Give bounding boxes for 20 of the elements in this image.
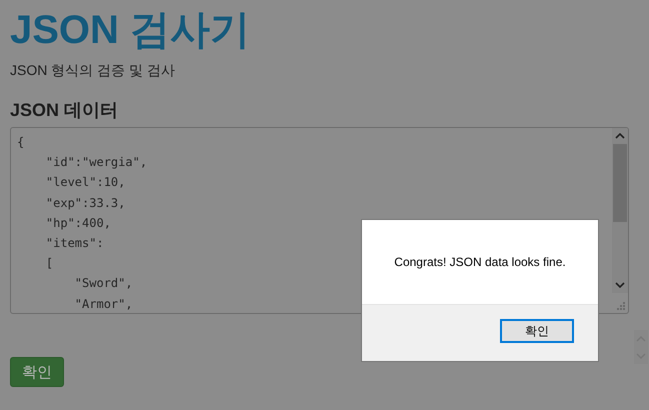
code-line: "exp":33.3, xyxy=(44,194,126,212)
confirm-button[interactable]: 확인 xyxy=(10,357,64,387)
ok-button[interactable]: 확인 xyxy=(500,319,574,343)
section-heading: JSON 데이터 xyxy=(10,99,120,122)
code-line: "Armor", xyxy=(74,296,133,313)
page-subtitle: JSON 형식의 검증 및 검사 xyxy=(10,62,176,80)
scrollbar[interactable] xyxy=(612,128,628,293)
code-line: "items": xyxy=(44,235,104,252)
code-line: "id":"wergia", xyxy=(44,154,148,172)
code-line: [ xyxy=(44,255,54,272)
page-title: JSON 검사기 xyxy=(10,7,252,54)
code-line: "hp":400, xyxy=(44,214,111,232)
code-line: "Sword", xyxy=(74,275,133,292)
code-line: { xyxy=(17,134,24,151)
resize-grip-icon[interactable] xyxy=(617,302,625,310)
dialog-message: Congrats! JSON data looks fine. xyxy=(394,255,566,269)
scroll-down-icon[interactable] xyxy=(615,282,625,288)
scroll-thumb[interactable] xyxy=(613,144,627,222)
code-line: "level":10, xyxy=(44,174,126,192)
scroll-up-icon[interactable] xyxy=(615,133,625,139)
